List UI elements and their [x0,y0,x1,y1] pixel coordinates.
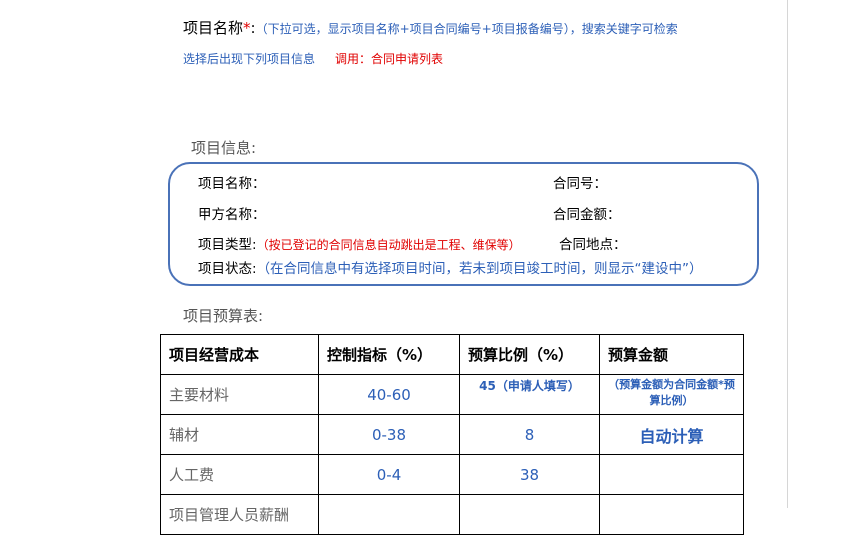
cell-ratio[interactable] [459,494,600,535]
project-status-label: 项目状态: [198,261,257,277]
budget-table: 项目经营成本 控制指标（%） 预算比例（%） 预算金额 主要材料 40-60 4… [160,334,744,535]
cell-item: 主要材料 [160,374,319,415]
instruction-hint-line1: （下拉可选，显示项目名称+项目合同编号+项目报备编号），搜索关键字可检索 [255,22,678,36]
project-status-note: （在合同信息中有选择项目时间，若未到项目竣工时间，则显示“建设中”） [256,261,703,277]
cell-ratio[interactable]: 8 [459,414,600,455]
cell-amount [599,494,744,535]
table-row: 项目管理人员薪酬 [160,494,744,535]
field-project-status: 项目状态:（在合同信息中有选择项目时间，若未到项目竣工时间，则显示“建设中”） [198,257,703,277]
cell-ratio[interactable]: 38 [459,454,600,495]
budget-header-row: 项目经营成本 控制指标（%） 预算比例（%） 预算金额 [160,334,744,375]
field-project-type: 项目类型:（按已登记的合同信息自动跳出是工程、维保等） [198,233,521,253]
table-row: 辅材 0-38 8 自动计算 [160,414,744,455]
cell-item: 人工费 [160,454,319,495]
cell-ratio[interactable]: 45（申请人填写） [459,374,600,415]
cell-control: 40-60 [318,374,460,415]
project-info-heading: 项目信息: [191,139,257,157]
instruction-line2: 选择后出现下列项目信息 调用：合同申请列表 [183,50,443,67]
project-type-label: 项目类型: [198,237,257,253]
cell-control: 0-4 [318,454,460,495]
field-contract-location: 合同地点： [559,237,627,253]
table-row: 主要材料 40-60 45（申请人填写） （预算金额为合同金额*预算比例） [160,374,744,415]
project-name-instruction: 项目名称*:（下拉可选，显示项目名称+项目合同编号+项目报备编号），搜索关键字可… [183,17,678,38]
cell-amount: （预算金额为合同金额*预算比例） [599,374,744,415]
field-project-name: 项目名称： [198,176,266,192]
col-header-control-index: 控制指标（%） [318,334,460,375]
cell-control [318,494,460,535]
cell-control: 0-38 [318,414,460,455]
col-header-cost-item: 项目经营成本 [160,334,319,375]
cell-amount: 自动计算 [599,414,744,455]
project-type-note: （按已登记的合同信息自动跳出是工程、维保等） [256,238,521,252]
page-edge-rule [787,0,788,508]
field-contract-no: 合同号： [553,176,607,192]
col-header-budget-amount: 预算金额 [599,334,744,375]
budget-heading: 项目预算表: [183,307,264,325]
cell-item: 项目管理人员薪酬 [160,494,319,535]
required-mark: * [243,19,251,37]
field-contract-amount: 合同金额： [553,207,621,223]
call-note: 调用：合同申请列表 [335,52,444,66]
cell-item: 辅材 [160,414,319,455]
col-header-budget-ratio: 预算比例（%） [459,334,600,375]
instruction-hint-line2: 选择后出现下列项目信息 [183,52,316,66]
table-row: 人工费 0-4 38 [160,454,744,495]
instruction-label: 项目名称 [183,19,244,37]
field-party-a: 甲方名称： [198,207,266,223]
cell-amount [599,454,744,495]
